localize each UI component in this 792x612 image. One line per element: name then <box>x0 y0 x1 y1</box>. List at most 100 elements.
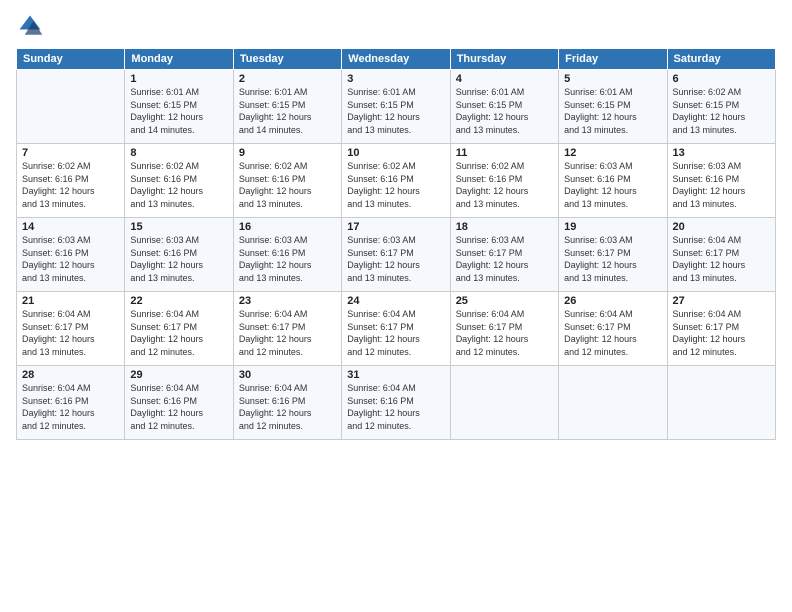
day-cell: 3Sunrise: 6:01 AM Sunset: 6:15 PM Daylig… <box>342 70 450 144</box>
day-number: 21 <box>22 295 119 307</box>
day-info: Sunrise: 6:04 AM Sunset: 6:17 PM Dayligh… <box>347 308 444 358</box>
day-number: 27 <box>673 295 770 307</box>
col-header-monday: Monday <box>125 49 233 70</box>
day-number: 16 <box>239 221 336 233</box>
day-info: Sunrise: 6:01 AM Sunset: 6:15 PM Dayligh… <box>239 86 336 136</box>
day-cell: 13Sunrise: 6:03 AM Sunset: 6:16 PM Dayli… <box>667 144 775 218</box>
day-number: 26 <box>564 295 661 307</box>
day-number: 4 <box>456 73 553 85</box>
day-cell: 10Sunrise: 6:02 AM Sunset: 6:16 PM Dayli… <box>342 144 450 218</box>
day-cell: 24Sunrise: 6:04 AM Sunset: 6:17 PM Dayli… <box>342 292 450 366</box>
day-number: 18 <box>456 221 553 233</box>
col-header-friday: Friday <box>559 49 667 70</box>
week-row-2: 7Sunrise: 6:02 AM Sunset: 6:16 PM Daylig… <box>17 144 776 218</box>
day-info: Sunrise: 6:04 AM Sunset: 6:17 PM Dayligh… <box>673 234 770 284</box>
day-number: 10 <box>347 147 444 159</box>
logo <box>16 12 48 40</box>
day-number: 22 <box>130 295 227 307</box>
week-row-3: 14Sunrise: 6:03 AM Sunset: 6:16 PM Dayli… <box>17 218 776 292</box>
day-cell: 2Sunrise: 6:01 AM Sunset: 6:15 PM Daylig… <box>233 70 341 144</box>
day-cell: 4Sunrise: 6:01 AM Sunset: 6:15 PM Daylig… <box>450 70 558 144</box>
page: SundayMondayTuesdayWednesdayThursdayFrid… <box>0 0 792 612</box>
day-cell: 20Sunrise: 6:04 AM Sunset: 6:17 PM Dayli… <box>667 218 775 292</box>
day-number: 19 <box>564 221 661 233</box>
day-number: 13 <box>673 147 770 159</box>
day-info: Sunrise: 6:03 AM Sunset: 6:16 PM Dayligh… <box>130 234 227 284</box>
day-info: Sunrise: 6:04 AM Sunset: 6:17 PM Dayligh… <box>239 308 336 358</box>
day-cell: 11Sunrise: 6:02 AM Sunset: 6:16 PM Dayli… <box>450 144 558 218</box>
day-number: 6 <box>673 73 770 85</box>
day-info: Sunrise: 6:04 AM Sunset: 6:17 PM Dayligh… <box>130 308 227 358</box>
col-header-thursday: Thursday <box>450 49 558 70</box>
day-info: Sunrise: 6:04 AM Sunset: 6:16 PM Dayligh… <box>130 382 227 432</box>
day-info: Sunrise: 6:04 AM Sunset: 6:16 PM Dayligh… <box>347 382 444 432</box>
day-info: Sunrise: 6:03 AM Sunset: 6:17 PM Dayligh… <box>456 234 553 284</box>
day-number: 11 <box>456 147 553 159</box>
logo-icon <box>16 12 44 40</box>
day-number: 12 <box>564 147 661 159</box>
header-row: SundayMondayTuesdayWednesdayThursdayFrid… <box>17 49 776 70</box>
day-number: 15 <box>130 221 227 233</box>
day-cell: 7Sunrise: 6:02 AM Sunset: 6:16 PM Daylig… <box>17 144 125 218</box>
day-cell: 14Sunrise: 6:03 AM Sunset: 6:16 PM Dayli… <box>17 218 125 292</box>
day-info: Sunrise: 6:03 AM Sunset: 6:16 PM Dayligh… <box>564 160 661 210</box>
day-number: 9 <box>239 147 336 159</box>
day-cell <box>559 366 667 440</box>
day-info: Sunrise: 6:03 AM Sunset: 6:17 PM Dayligh… <box>564 234 661 284</box>
day-info: Sunrise: 6:03 AM Sunset: 6:16 PM Dayligh… <box>673 160 770 210</box>
day-cell: 15Sunrise: 6:03 AM Sunset: 6:16 PM Dayli… <box>125 218 233 292</box>
day-cell: 19Sunrise: 6:03 AM Sunset: 6:17 PM Dayli… <box>559 218 667 292</box>
day-cell: 22Sunrise: 6:04 AM Sunset: 6:17 PM Dayli… <box>125 292 233 366</box>
day-number: 28 <box>22 369 119 381</box>
day-info: Sunrise: 6:01 AM Sunset: 6:15 PM Dayligh… <box>130 86 227 136</box>
day-cell: 12Sunrise: 6:03 AM Sunset: 6:16 PM Dayli… <box>559 144 667 218</box>
week-row-1: 1Sunrise: 6:01 AM Sunset: 6:15 PM Daylig… <box>17 70 776 144</box>
day-cell: 16Sunrise: 6:03 AM Sunset: 6:16 PM Dayli… <box>233 218 341 292</box>
day-cell: 1Sunrise: 6:01 AM Sunset: 6:15 PM Daylig… <box>125 70 233 144</box>
day-number: 30 <box>239 369 336 381</box>
day-number: 1 <box>130 73 227 85</box>
day-number: 25 <box>456 295 553 307</box>
day-info: Sunrise: 6:02 AM Sunset: 6:16 PM Dayligh… <box>239 160 336 210</box>
day-cell <box>450 366 558 440</box>
day-cell: 6Sunrise: 6:02 AM Sunset: 6:15 PM Daylig… <box>667 70 775 144</box>
day-cell: 30Sunrise: 6:04 AM Sunset: 6:16 PM Dayli… <box>233 366 341 440</box>
day-info: Sunrise: 6:02 AM Sunset: 6:16 PM Dayligh… <box>22 160 119 210</box>
day-info: Sunrise: 6:04 AM Sunset: 6:17 PM Dayligh… <box>22 308 119 358</box>
day-info: Sunrise: 6:04 AM Sunset: 6:17 PM Dayligh… <box>456 308 553 358</box>
day-cell: 26Sunrise: 6:04 AM Sunset: 6:17 PM Dayli… <box>559 292 667 366</box>
day-info: Sunrise: 6:04 AM Sunset: 6:16 PM Dayligh… <box>22 382 119 432</box>
day-cell: 17Sunrise: 6:03 AM Sunset: 6:17 PM Dayli… <box>342 218 450 292</box>
day-info: Sunrise: 6:03 AM Sunset: 6:17 PM Dayligh… <box>347 234 444 284</box>
day-cell: 5Sunrise: 6:01 AM Sunset: 6:15 PM Daylig… <box>559 70 667 144</box>
day-info: Sunrise: 6:01 AM Sunset: 6:15 PM Dayligh… <box>347 86 444 136</box>
col-header-saturday: Saturday <box>667 49 775 70</box>
day-number: 3 <box>347 73 444 85</box>
day-cell: 25Sunrise: 6:04 AM Sunset: 6:17 PM Dayli… <box>450 292 558 366</box>
day-number: 5 <box>564 73 661 85</box>
day-info: Sunrise: 6:03 AM Sunset: 6:16 PM Dayligh… <box>239 234 336 284</box>
col-header-wednesday: Wednesday <box>342 49 450 70</box>
calendar-table: SundayMondayTuesdayWednesdayThursdayFrid… <box>16 48 776 440</box>
day-cell: 9Sunrise: 6:02 AM Sunset: 6:16 PM Daylig… <box>233 144 341 218</box>
week-row-5: 28Sunrise: 6:04 AM Sunset: 6:16 PM Dayli… <box>17 366 776 440</box>
day-info: Sunrise: 6:02 AM Sunset: 6:15 PM Dayligh… <box>673 86 770 136</box>
day-number: 14 <box>22 221 119 233</box>
day-info: Sunrise: 6:04 AM Sunset: 6:17 PM Dayligh… <box>673 308 770 358</box>
day-cell: 28Sunrise: 6:04 AM Sunset: 6:16 PM Dayli… <box>17 366 125 440</box>
day-info: Sunrise: 6:04 AM Sunset: 6:16 PM Dayligh… <box>239 382 336 432</box>
day-number: 23 <box>239 295 336 307</box>
day-info: Sunrise: 6:01 AM Sunset: 6:15 PM Dayligh… <box>564 86 661 136</box>
day-cell: 29Sunrise: 6:04 AM Sunset: 6:16 PM Dayli… <box>125 366 233 440</box>
day-cell <box>17 70 125 144</box>
day-info: Sunrise: 6:02 AM Sunset: 6:16 PM Dayligh… <box>456 160 553 210</box>
week-row-4: 21Sunrise: 6:04 AM Sunset: 6:17 PM Dayli… <box>17 292 776 366</box>
day-cell <box>667 366 775 440</box>
day-number: 29 <box>130 369 227 381</box>
day-number: 24 <box>347 295 444 307</box>
col-header-sunday: Sunday <box>17 49 125 70</box>
day-info: Sunrise: 6:02 AM Sunset: 6:16 PM Dayligh… <box>130 160 227 210</box>
day-number: 7 <box>22 147 119 159</box>
day-cell: 27Sunrise: 6:04 AM Sunset: 6:17 PM Dayli… <box>667 292 775 366</box>
day-info: Sunrise: 6:03 AM Sunset: 6:16 PM Dayligh… <box>22 234 119 284</box>
